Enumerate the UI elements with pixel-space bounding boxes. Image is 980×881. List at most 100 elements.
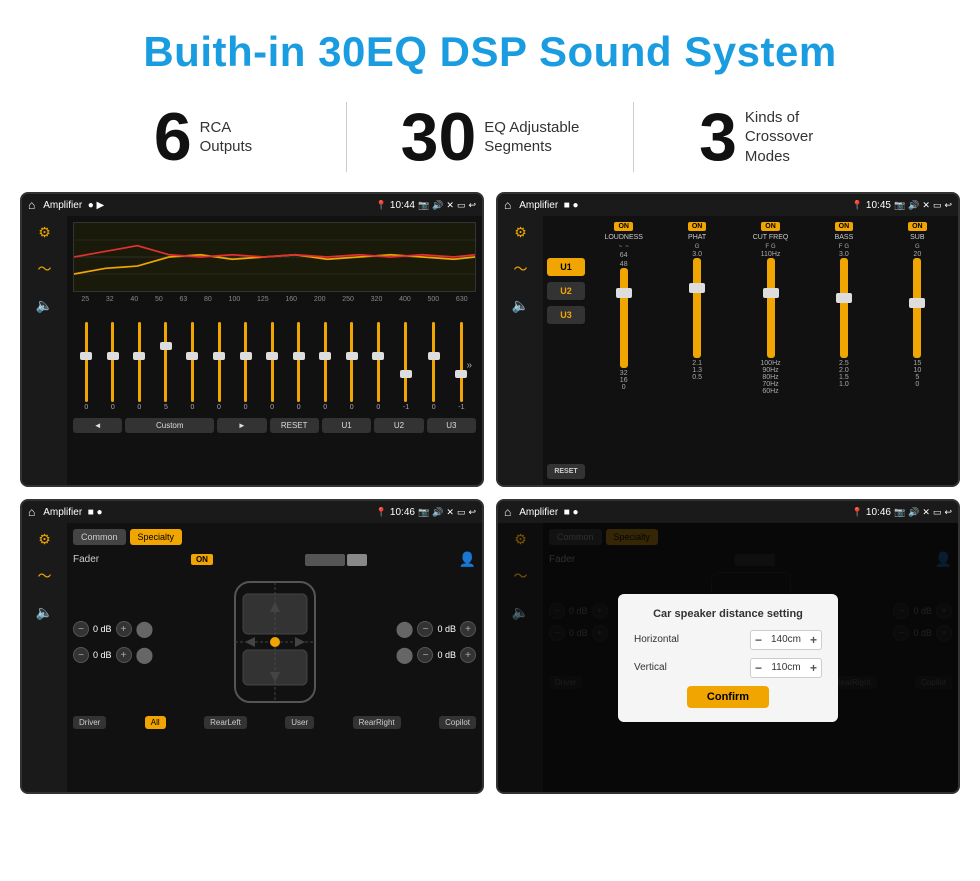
phat-toggle[interactable]: ON <box>688 222 707 231</box>
slider-5[interactable]: 0 <box>217 309 221 411</box>
fader-wave-icon[interactable]: 〜 <box>38 566 52 586</box>
fader-screen: ⌂ Amplifier ■ ● 📍 10:46 📷 🔊 ✕ ▭ ↩ ⚙ 〜 🔈 … <box>20 499 484 794</box>
eq-cam-icon: 📷 <box>418 200 429 211</box>
eq-u1-btn[interactable]: U1 <box>322 418 371 433</box>
slider-1[interactable]: 0 <box>111 309 115 411</box>
vertical-minus[interactable]: − <box>755 661 762 675</box>
horizontal-plus[interactable]: + <box>810 633 817 647</box>
right-bot-minus[interactable]: − <box>417 647 433 663</box>
phat-name: PHAT <box>688 234 706 241</box>
distance-modal: Car speaker distance setting Horizontal … <box>618 594 838 722</box>
eq-custom-btn[interactable]: Custom <box>125 418 214 433</box>
slider-2[interactable]: 0 <box>137 309 141 411</box>
fader-content: ⚙ 〜 🔈 Common Specialty Fader ON 👤 <box>22 523 482 792</box>
horizontal-minus[interactable]: − <box>755 633 762 647</box>
eq-home-icon[interactable]: ⌂ <box>28 198 35 212</box>
right-bot-plus[interactable]: + <box>460 647 476 663</box>
eq-wave-icon[interactable]: 〜 <box>38 259 52 279</box>
loudness-name: LOUDNESS <box>604 234 643 241</box>
slider-13[interactable]: 0 <box>432 309 436 411</box>
loudness-slider[interactable] <box>620 268 628 368</box>
phat-slider[interactable] <box>693 258 701 358</box>
sub-toggle[interactable]: ON <box>908 222 927 231</box>
fader-vol-icon: 🔊 <box>432 507 443 518</box>
vertical-plus[interactable]: + <box>810 661 817 675</box>
slider-14[interactable]: -1 <box>458 309 464 411</box>
stat-crossover-number: 3 <box>699 103 737 171</box>
right-top-plus[interactable]: + <box>460 621 476 637</box>
confirm-button[interactable]: Confirm <box>687 686 769 708</box>
left-bot-plus[interactable]: + <box>116 647 132 663</box>
crossover-home-icon[interactable]: ⌂ <box>504 198 511 212</box>
slider-6[interactable]: 0 <box>244 309 248 411</box>
eq-screen-title: Amplifier ● ▶ <box>43 200 371 211</box>
preset-reset[interactable]: RESET <box>547 464 585 479</box>
fader-toggle[interactable]: ON <box>191 554 213 565</box>
preset-u1[interactable]: U1 <box>547 258 585 276</box>
eq-u3-btn[interactable]: U3 <box>427 418 476 433</box>
eq-next-btn[interactable]: ► <box>217 418 266 433</box>
crossover-win-icon: ▭ <box>933 200 942 211</box>
fader-eq-icon[interactable]: ⚙ <box>38 531 51 548</box>
cross-eq-icon[interactable]: ⚙ <box>514 224 527 241</box>
sub-slider[interactable] <box>913 258 921 358</box>
cross-sidebar: ⚙ 〜 🔈 <box>498 216 543 485</box>
fader-tab-specialty[interactable]: Specialty <box>130 529 183 545</box>
fader-tab-common[interactable]: Common <box>73 529 126 545</box>
left-top-minus[interactable]: − <box>73 621 89 637</box>
eq-win-icon: ▭ <box>457 200 466 211</box>
fader-win-icon: ▭ <box>457 507 466 518</box>
cutfreq-slider[interactable] <box>767 258 775 358</box>
crossover-screen: ⌂ Amplifier ■ ● 📍 10:45 📷 🔊 ✕ ▭ ↩ ⚙ 〜 🔈 <box>496 192 960 487</box>
left-bottom-speaker: − 0 dB + ⬤ <box>73 645 153 665</box>
slider-12[interactable]: -1 <box>403 309 409 411</box>
zone-copilot[interactable]: Copilot <box>439 716 476 729</box>
distance-screen: ⌂ Amplifier ■ ● 📍 10:46 📷 🔊 ✕ ▭ ↩ ⚙ 〜 🔈 <box>496 499 960 794</box>
slider-7[interactable]: 0 <box>270 309 274 411</box>
left-bot-minus[interactable]: − <box>73 647 89 663</box>
expand-icon[interactable]: » <box>466 360 472 371</box>
left-top-plus[interactable]: + <box>116 621 132 637</box>
eq-eq-icon[interactable]: ⚙ <box>38 224 51 241</box>
slider-10[interactable]: 0 <box>350 309 354 411</box>
preset-u3[interactable]: U3 <box>547 306 585 324</box>
eq-screen: ⌂ Amplifier ● ▶ 📍 10:44 📷 🔊 ✕ ▭ ↩ ⚙ 〜 🔈 <box>20 192 484 487</box>
screens-grid: ⌂ Amplifier ● ▶ 📍 10:44 📷 🔊 ✕ ▭ ↩ ⚙ 〜 🔈 <box>0 192 980 804</box>
loudness-toggle[interactable]: ON <box>614 222 633 231</box>
crossover-screen-title: Amplifier ■ ● <box>519 200 847 211</box>
zone-driver[interactable]: Driver <box>73 716 106 729</box>
slider-4[interactable]: 0 <box>191 309 195 411</box>
eq-prev-btn[interactable]: ◄ <box>73 418 122 433</box>
distance-back-icon: ↩ <box>944 507 952 518</box>
fader-speaker-icon[interactable]: 🔈 <box>36 604 53 621</box>
bass-slider[interactable] <box>840 258 848 358</box>
distance-content: ⚙ 〜 🔈 Common Specialty Fader 👤 − <box>498 523 958 792</box>
cross-wave-icon[interactable]: 〜 <box>514 259 528 279</box>
right-bot-val: 0 dB <box>437 650 456 660</box>
zone-user[interactable]: User <box>285 716 314 729</box>
slider-11[interactable]: 0 <box>376 309 380 411</box>
slider-9[interactable]: 0 <box>323 309 327 411</box>
preset-u2[interactable]: U2 <box>547 282 585 300</box>
eq-pin-icon: 📍 <box>376 200 387 211</box>
eq-speaker-icon[interactable]: 🔈 <box>36 297 53 314</box>
slider-3[interactable]: 5 <box>164 309 168 411</box>
right-top-minus[interactable]: − <box>417 621 433 637</box>
distance-home-icon[interactable]: ⌂ <box>504 505 511 519</box>
slider-8[interactable]: 0 <box>297 309 301 411</box>
eq-u2-btn[interactable]: U2 <box>374 418 423 433</box>
zone-rearleft[interactable]: RearLeft <box>204 716 247 729</box>
channel-phat: ON PHAT G 3.0 2.1 1.3 0.5 <box>662 222 731 479</box>
eq-reset-btn[interactable]: RESET <box>270 418 319 433</box>
fader-home-icon[interactable]: ⌂ <box>28 505 35 519</box>
cutfreq-toggle[interactable]: ON <box>761 222 780 231</box>
bass-toggle[interactable]: ON <box>835 222 854 231</box>
zone-all[interactable]: All <box>145 716 166 729</box>
car-diagram <box>205 572 345 712</box>
cross-speaker-icon[interactable]: 🔈 <box>512 297 529 314</box>
slider-0[interactable]: 0 <box>84 309 88 411</box>
vertical-control: − 110cm + <box>750 658 822 678</box>
zone-rearright[interactable]: RearRight <box>353 716 401 729</box>
stat-rca-number: 6 <box>154 103 192 171</box>
fader-user-icon[interactable]: 👤 <box>459 551 476 568</box>
